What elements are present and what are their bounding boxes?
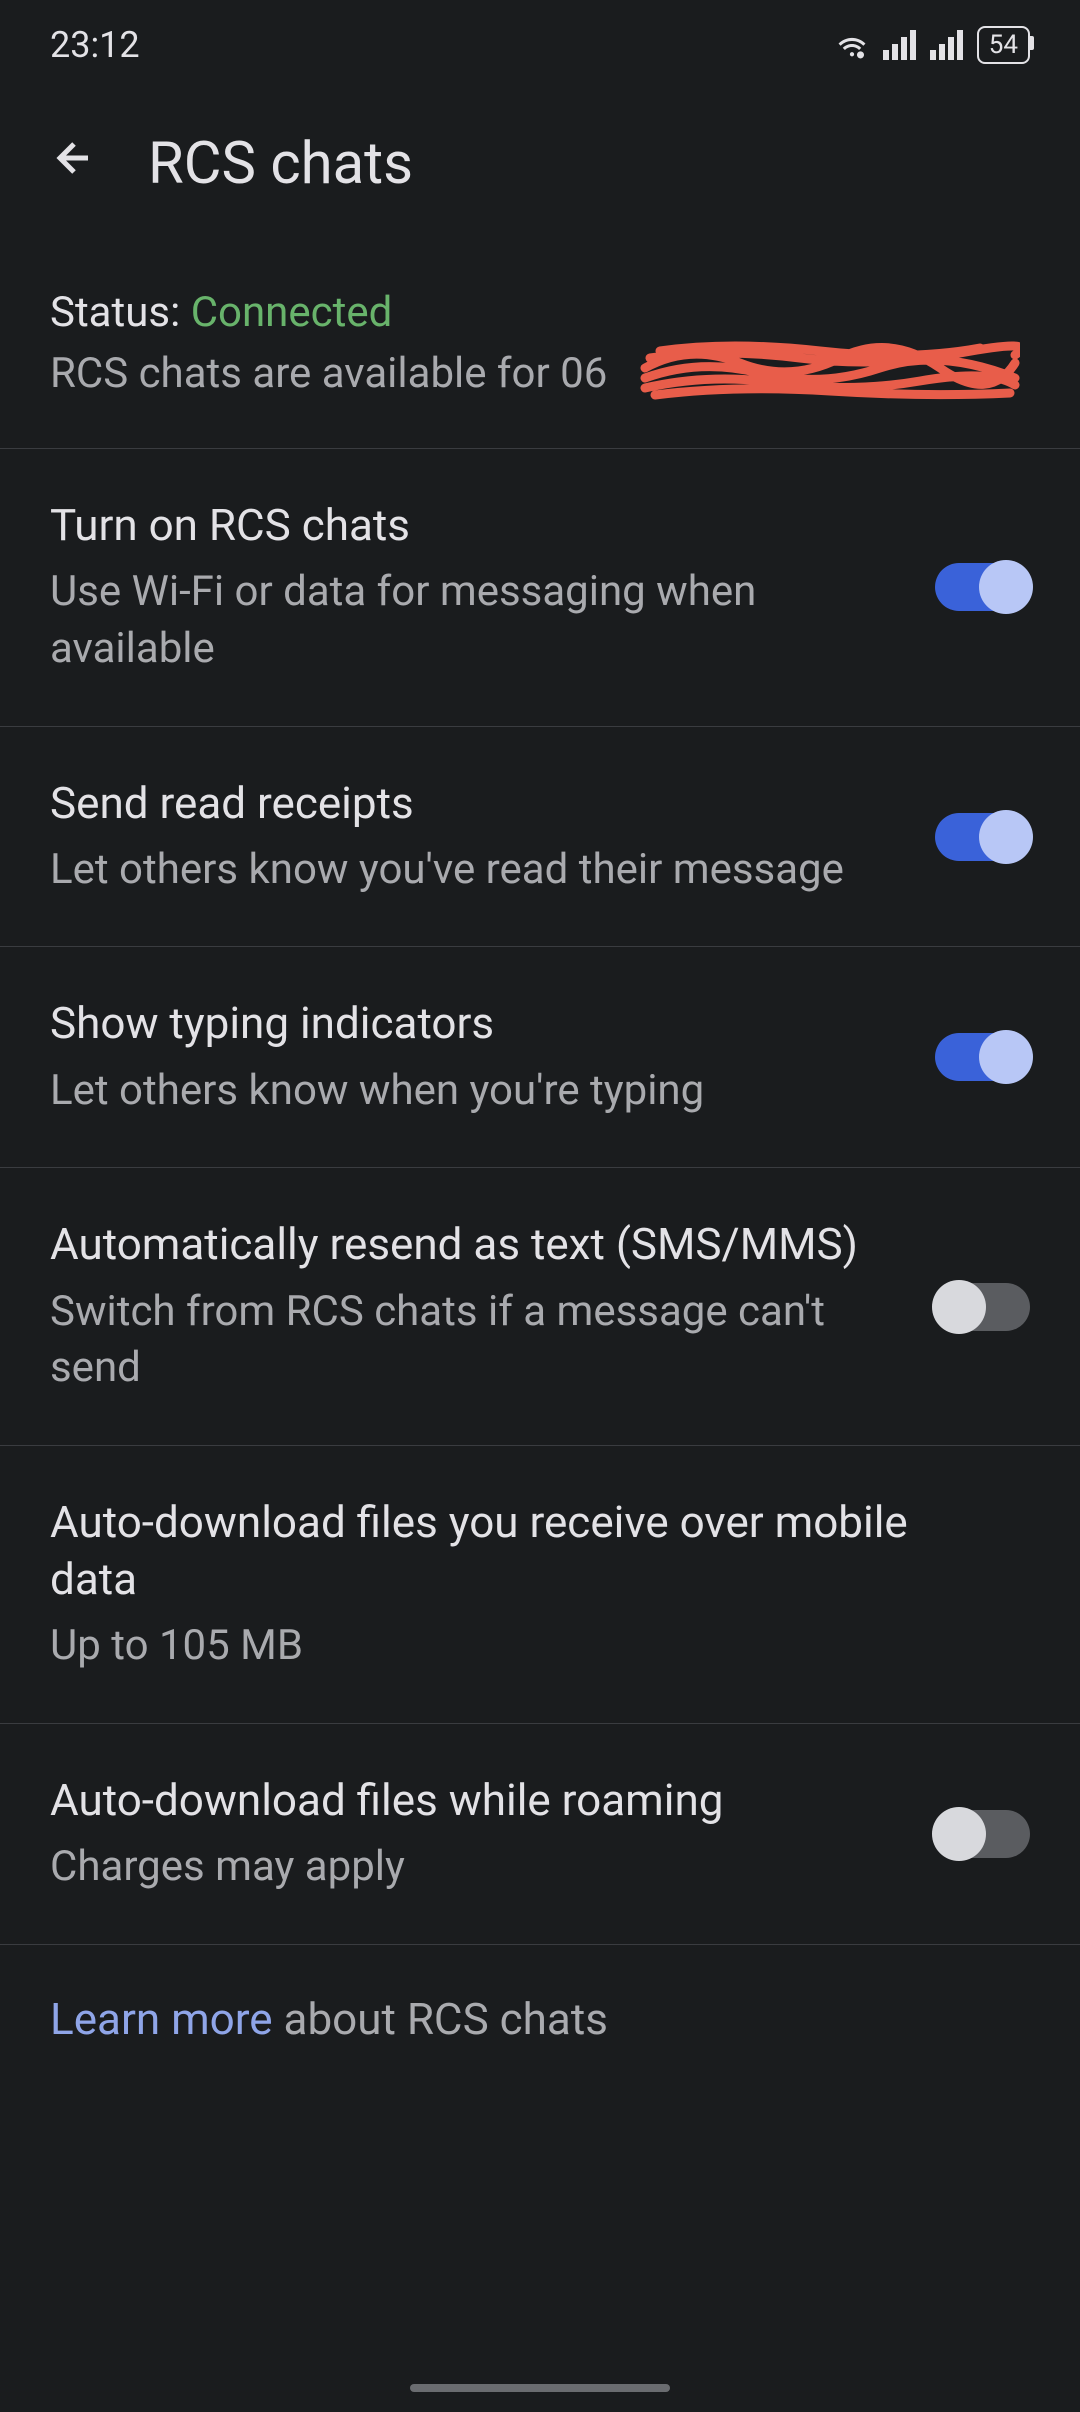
setting-title: Auto-download files you receive over mob… xyxy=(50,1494,990,1608)
status-section: Status: Connected RCS chats are availabl… xyxy=(0,248,1080,448)
setting-subtitle: Switch from RCS chats if a message can't… xyxy=(50,1284,895,1397)
setting-auto-download-mobile[interactable]: Auto-download files you receive over mob… xyxy=(0,1445,1080,1723)
status-bar: 23:12 54 xyxy=(0,0,1080,90)
setting-text: Auto-download files while roaming Charge… xyxy=(50,1772,935,1896)
toggle-turn-on-rcs[interactable] xyxy=(935,563,1030,611)
setting-text: Show typing indicators Let others know w… xyxy=(50,995,935,1119)
setting-title: Auto-download files while roaming xyxy=(50,1772,895,1829)
wifi-icon xyxy=(835,28,869,62)
battery-indicator: 54 xyxy=(977,26,1030,64)
status-line: Status: Connected xyxy=(50,288,1030,337)
setting-auto-download-roaming[interactable]: Auto-download files while roaming Charge… xyxy=(0,1723,1080,1944)
back-arrow-icon[interactable] xyxy=(50,134,98,194)
setting-text: Send read receipts Let others know you'v… xyxy=(50,775,935,899)
signal-bars-2 xyxy=(930,30,963,60)
page-title: RCS chats xyxy=(148,130,413,198)
setting-subtitle: Use Wi-Fi or data for messaging when ava… xyxy=(50,564,895,677)
setting-title: Turn on RCS chats xyxy=(50,497,895,554)
toggle-auto-download-roaming[interactable] xyxy=(935,1810,1030,1858)
setting-auto-resend[interactable]: Automatically resend as text (SMS/MMS) S… xyxy=(0,1167,1080,1445)
setting-text: Automatically resend as text (SMS/MMS) S… xyxy=(50,1216,935,1397)
toggle-typing-indicators[interactable] xyxy=(935,1033,1030,1081)
status-time: 23:12 xyxy=(50,24,140,66)
nav-indicator[interactable] xyxy=(410,2384,670,2392)
toggle-read-receipts[interactable] xyxy=(935,813,1030,861)
setting-subtitle: Up to 105 MB xyxy=(50,1618,990,1675)
setting-text: Turn on RCS chats Use Wi-Fi or data for … xyxy=(50,497,935,678)
setting-subtitle: Charges may apply xyxy=(50,1839,895,1896)
setting-text: Auto-download files you receive over mob… xyxy=(50,1494,1030,1675)
learn-more-text: about RCS chats xyxy=(273,1993,608,2045)
setting-subtitle: Let others know when you're typing xyxy=(50,1063,895,1120)
learn-more-link[interactable]: Learn more xyxy=(50,1993,273,2045)
setting-title: Show typing indicators xyxy=(50,995,895,1052)
setting-title: Send read receipts xyxy=(50,775,895,832)
header: RCS chats xyxy=(0,90,1080,248)
setting-typing-indicators[interactable]: Show typing indicators Let others know w… xyxy=(0,946,1080,1167)
setting-title: Automatically resend as text (SMS/MMS) xyxy=(50,1216,895,1273)
status-icons: 54 xyxy=(835,26,1030,64)
setting-subtitle: Let others know you've read their messag… xyxy=(50,842,895,899)
setting-read-receipts[interactable]: Send read receipts Let others know you'v… xyxy=(0,726,1080,947)
redaction-scribble xyxy=(640,333,1020,403)
status-label: Status: xyxy=(50,288,191,337)
learn-more-section: Learn more about RCS chats xyxy=(0,1944,1080,2093)
setting-turn-on-rcs[interactable]: Turn on RCS chats Use Wi-Fi or data for … xyxy=(0,448,1080,726)
toggle-auto-resend[interactable] xyxy=(935,1283,1030,1331)
status-value: Connected xyxy=(191,288,393,337)
signal-bars-1 xyxy=(883,30,916,60)
